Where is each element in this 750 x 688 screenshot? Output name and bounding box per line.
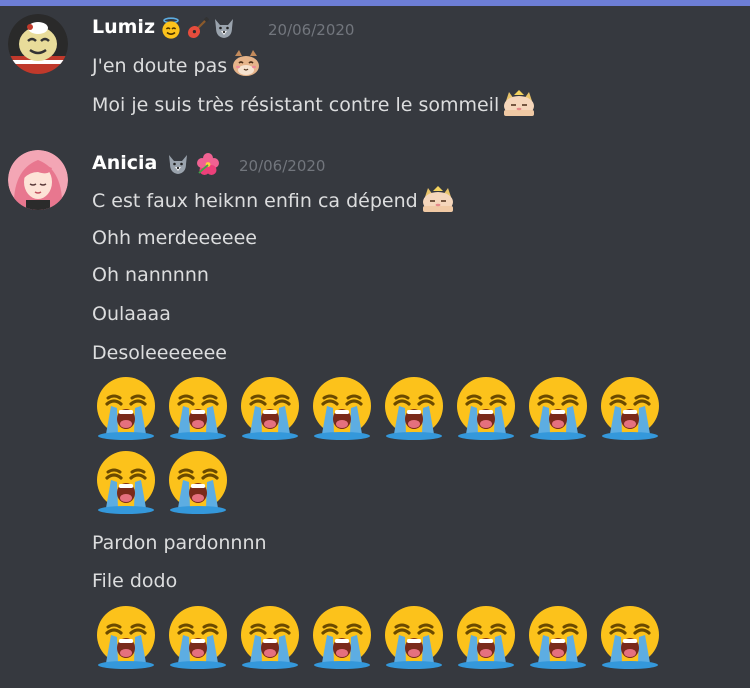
loudly-crying-face-icon bbox=[457, 606, 515, 669]
loudly-crying-face-icon bbox=[241, 606, 299, 669]
jumbo-emoji-row bbox=[90, 446, 234, 518]
loudly-crying-face-icon bbox=[169, 377, 227, 440]
timestamp[interactable]: 20/06/2020 bbox=[239, 155, 325, 177]
loudly-crying-face-icon bbox=[313, 606, 371, 669]
message-text: Ohh merdeeeeee bbox=[92, 227, 257, 249]
sleeping-cat-emote-icon bbox=[421, 185, 455, 220]
loudly-crying-face-icon bbox=[97, 606, 155, 669]
jumbo-emoji-row bbox=[90, 601, 666, 673]
loudly-crying-face-icon bbox=[529, 606, 587, 669]
loudly-crying-face-icon bbox=[601, 606, 659, 669]
username[interactable]: Anicia bbox=[92, 151, 157, 175]
avatar[interactable] bbox=[8, 150, 68, 210]
wolf-face-icon bbox=[167, 153, 189, 175]
message-text: C est faux heiknn enfin ca dépend bbox=[92, 185, 455, 220]
username[interactable]: Lumiz bbox=[92, 15, 155, 39]
hibiscus-icon bbox=[197, 153, 219, 175]
loudly-crying-face-icon bbox=[97, 377, 155, 440]
jumbo-emoji-row bbox=[90, 372, 666, 444]
loudly-crying-face-icon bbox=[457, 377, 515, 440]
sleeping-cat-emote-icon bbox=[502, 89, 536, 124]
loudly-crying-face-icon bbox=[169, 606, 227, 669]
wolf-face-icon bbox=[213, 17, 235, 39]
message-text: Moi je suis très résistant contre le som… bbox=[92, 89, 536, 124]
message-text: Pardon pardonnnn bbox=[92, 532, 267, 554]
cat-emote-icon bbox=[230, 50, 262, 85]
message-text: Desoleeeeeee bbox=[92, 342, 227, 364]
message-text: Oh nannnnn bbox=[92, 264, 209, 286]
message-text: Oulaaaa bbox=[92, 303, 171, 325]
top-accent-strip bbox=[0, 0, 750, 10]
smiling-face-with-halo-icon bbox=[160, 17, 182, 39]
guitar-icon bbox=[187, 16, 210, 39]
message-text: J'en doute pas bbox=[92, 50, 262, 85]
loudly-crying-face-icon bbox=[241, 377, 299, 440]
message-text-content: Moi je suis très résistant contre le som… bbox=[92, 94, 500, 116]
message-text-content: C est faux heiknn enfin ca dépend bbox=[92, 190, 418, 212]
message-text-content: J'en doute pas bbox=[92, 55, 228, 77]
timestamp[interactable]: 20/06/2020 bbox=[268, 19, 354, 41]
loudly-crying-face-icon bbox=[97, 451, 155, 514]
loudly-crying-face-icon bbox=[601, 377, 659, 440]
loudly-crying-face-icon bbox=[313, 377, 371, 440]
loudly-crying-face-icon bbox=[385, 377, 443, 440]
loudly-crying-face-icon bbox=[529, 377, 587, 440]
avatar[interactable] bbox=[8, 14, 68, 74]
loudly-crying-face-icon bbox=[385, 606, 443, 669]
loudly-crying-face-icon bbox=[169, 451, 227, 514]
message-text: File dodo bbox=[92, 570, 178, 592]
